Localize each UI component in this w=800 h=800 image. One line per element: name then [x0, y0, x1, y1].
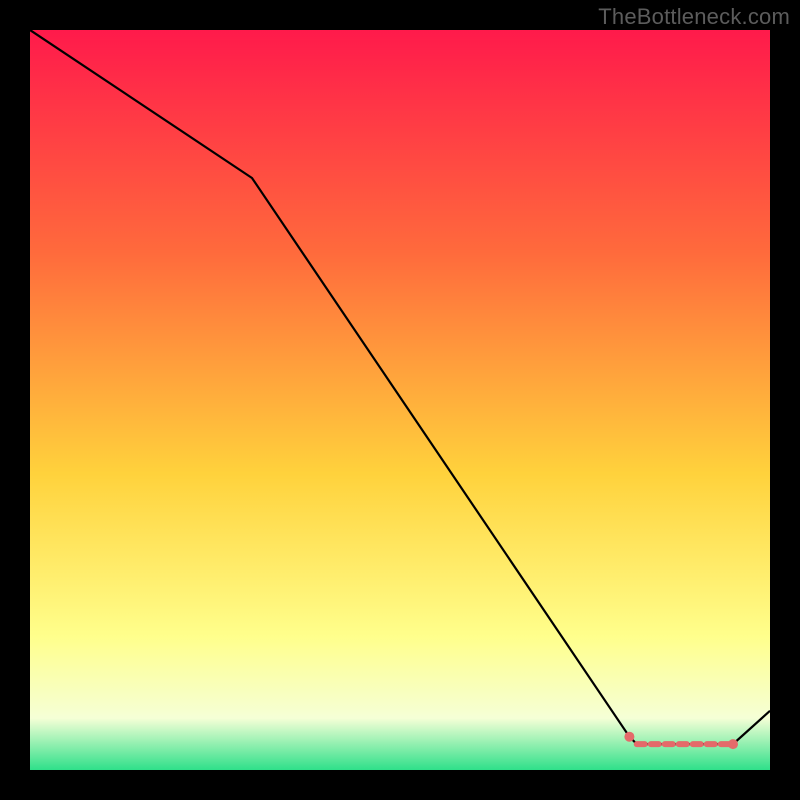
watermark-label: TheBottleneck.com — [598, 4, 790, 30]
plot-area — [30, 30, 770, 770]
chart-background — [30, 30, 770, 770]
marker-segment-start — [624, 732, 634, 742]
chart-frame: TheBottleneck.com — [0, 0, 800, 800]
chart-svg — [30, 30, 770, 770]
marker-segment-end — [728, 739, 738, 749]
